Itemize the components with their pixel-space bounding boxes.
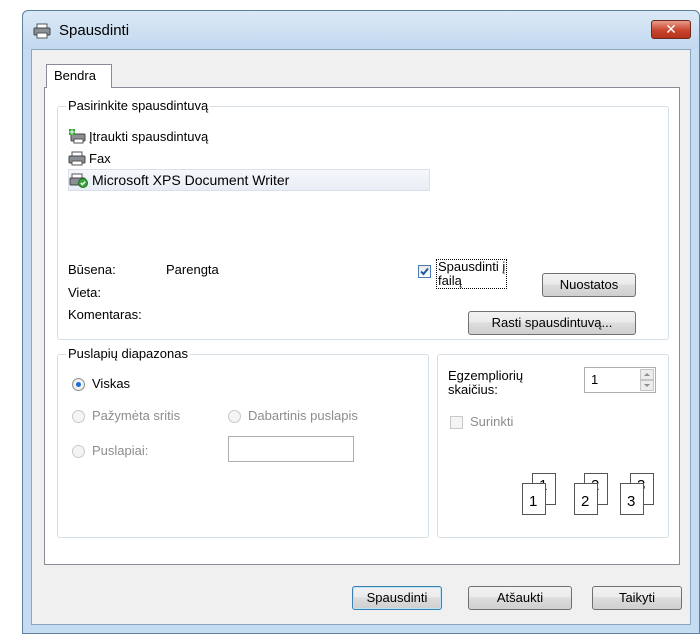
title-bar[interactable]: Spausdinti ✕ [23, 11, 699, 49]
window-title: Spausdinti [59, 22, 130, 39]
collate-illustration: 1 1 2 2 3 3 [522, 473, 662, 521]
fax-printer-icon [68, 151, 86, 166]
print-button[interactable]: Spausdinti [352, 586, 442, 610]
collate-page-front: 3 [620, 483, 644, 515]
print-to-file-label[interactable]: Spausdinti į failą [436, 259, 508, 289]
collate-page-front: 1 [522, 483, 546, 515]
tab-general[interactable]: Bendra [46, 64, 112, 88]
location-label: Vieta: [68, 285, 102, 300]
printer-group: Pasirinkite spausdintuvą Įtraukti spausd… [57, 98, 669, 340]
printer-item-label: Įtraukti spausdintuvą [89, 128, 209, 144]
copies-group: Egzempliorių skaičius: 1 Surinkti 1 2 3 [437, 354, 669, 538]
printer-item-add[interactable]: Įtraukti spausdintuvą [68, 125, 368, 147]
printer-item-label: Fax [89, 150, 111, 166]
chevron-up-icon [644, 373, 650, 376]
preferences-button-label: Nuostatos [559, 277, 619, 292]
collate-number: 3 [627, 493, 636, 510]
cancel-button[interactable]: Atšaukti [468, 586, 572, 610]
collate-number: 1 [529, 493, 538, 510]
tab-panel: Pasirinkite spausdintuvą Įtraukti spausd… [44, 87, 680, 565]
collate-number: 2 [581, 493, 590, 510]
close-button[interactable]: ✕ [651, 20, 691, 39]
add-printer-icon [69, 129, 86, 144]
tab-label: Bendra [54, 68, 96, 83]
copies-label-line2: skaičius: [448, 382, 498, 397]
collate-checkbox[interactable] [450, 416, 463, 429]
status-value: Parengta [166, 262, 219, 277]
printer-group-label: Pasirinkite spausdintuvą [66, 98, 211, 114]
copies-spinner[interactable]: 1 [584, 367, 656, 393]
print-to-file-checkbox[interactable] [418, 265, 431, 278]
radio-selection-label[interactable]: Pažymėta sritis [92, 408, 180, 424]
find-printer-button-label: Rasti spausdintuvą... [491, 315, 613, 330]
radio-current-page-label[interactable]: Dabartinis puslapis [248, 408, 358, 424]
cancel-button-label: Atšaukti [496, 590, 544, 605]
checkmark-icon [420, 267, 429, 276]
radio-selection[interactable] [72, 410, 85, 423]
spin-up-button[interactable] [640, 369, 654, 380]
pages-input[interactable] [228, 436, 354, 462]
radio-current-page[interactable] [228, 410, 241, 423]
comment-label: Komentaras: [68, 307, 142, 322]
radio-pages[interactable] [72, 445, 85, 458]
close-icon: ✕ [665, 21, 677, 37]
apply-button-label: Taikyti [618, 590, 656, 605]
copies-label-line1: Egzempliorių [448, 368, 524, 383]
collate-label[interactable]: Surinkti [470, 414, 513, 430]
printer-item-xps[interactable]: Microsoft XPS Document Writer [68, 169, 430, 191]
radio-pages-label[interactable]: Puslapiai: [92, 443, 148, 459]
page-range-label: Puslapių diapazonas [66, 346, 190, 362]
radio-all-label[interactable]: Viskas [92, 376, 130, 392]
status-label: Būsena: [68, 262, 116, 277]
print-dialog: Spausdinti ✕ Bendra Pasirinkite spausdin… [22, 10, 700, 634]
page-range-group: Puslapių diapazonas Viskas Pažymėta srit… [57, 346, 429, 538]
preferences-button[interactable]: Nuostatos [542, 273, 636, 297]
printer-item-label: Microsoft XPS Document Writer [92, 172, 290, 188]
radio-all[interactable] [72, 378, 85, 391]
printer-item-fax[interactable]: Fax [68, 147, 368, 169]
print-to-file-line1: Spausdinti į [438, 259, 506, 274]
xps-printer-icon [69, 173, 88, 188]
copies-label: Egzempliorių skaičius: [448, 369, 523, 397]
spin-down-button[interactable] [640, 380, 654, 391]
dialog-client: Bendra Pasirinkite spausdintuvą Įtraukti… [31, 49, 691, 625]
find-printer-button[interactable]: Rasti spausdintuvą... [468, 311, 636, 335]
collate-page-front: 2 [574, 483, 598, 515]
print-to-file-line2: failą [438, 273, 462, 288]
print-button-label: Spausdinti [366, 590, 428, 605]
copies-value: 1 [591, 372, 599, 387]
apply-button[interactable]: Taikyti [592, 586, 682, 610]
printer-icon [33, 23, 51, 39]
chevron-down-icon [644, 384, 650, 387]
